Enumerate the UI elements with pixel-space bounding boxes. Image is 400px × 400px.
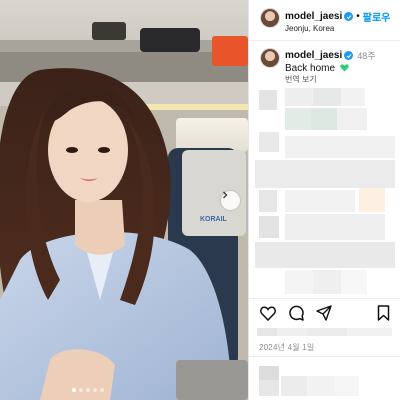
post-photo[interactable]: KORAIL [0, 0, 248, 400]
comments-blurred [255, 88, 395, 298]
verified-badge-icon [344, 51, 354, 60]
header-divider [249, 40, 400, 41]
carousel-dot [100, 388, 104, 392]
carousel-next-button[interactable] [221, 191, 240, 210]
bookmark-icon [377, 305, 389, 321]
green-heart-icon [340, 64, 349, 72]
comment-icon [289, 305, 304, 321]
verified-badge-icon [344, 12, 354, 21]
caption-text: Back home [285, 63, 349, 74]
author-username[interactable]: model_jaesi [285, 11, 342, 22]
share-button[interactable] [315, 304, 333, 322]
caption-avatar[interactable] [260, 48, 280, 68]
caption-header: model_jaesi 48주 [285, 49, 376, 62]
add-comment-blurred[interactable] [255, 362, 395, 400]
post-actions [259, 304, 333, 322]
translate-link[interactable]: 번역 보기 [285, 74, 317, 85]
carousel-dot [86, 388, 90, 392]
post-location[interactable]: Jeonju, Korea [285, 24, 334, 33]
post-time-ago[interactable]: 48주 [357, 49, 375, 62]
like-button[interactable] [259, 304, 277, 322]
header-separator: • [356, 11, 360, 22]
post-side-panel: model_jaesi • 팔로우 Jeonju, Korea model_ja… [248, 0, 400, 400]
heart-icon [260, 305, 276, 321]
post-header: model_jaesi • 팔로우 [285, 9, 390, 24]
paper-plane-icon [316, 305, 332, 321]
comment-divider [249, 356, 400, 357]
follow-button[interactable]: 팔로우 [363, 9, 391, 24]
author-avatar[interactable] [260, 8, 280, 28]
save-button[interactable] [374, 304, 392, 322]
carousel-indicator [72, 388, 104, 392]
train-seat-sign: KORAIL [200, 216, 228, 223]
photo-illustration: KORAIL [0, 0, 248, 400]
caption-body: Back home [285, 63, 336, 74]
actions-divider [249, 298, 400, 299]
carousel-dot [72, 388, 76, 392]
likes-count-blurred [257, 328, 392, 336]
comment-button[interactable] [287, 304, 305, 322]
carousel-dot [93, 388, 97, 392]
carousel-dot [79, 388, 83, 392]
caption-username[interactable]: model_jaesi [285, 50, 342, 61]
post-date[interactable]: 2024년 4월 1일 [259, 342, 314, 353]
chevron-right-icon [223, 191, 228, 199]
